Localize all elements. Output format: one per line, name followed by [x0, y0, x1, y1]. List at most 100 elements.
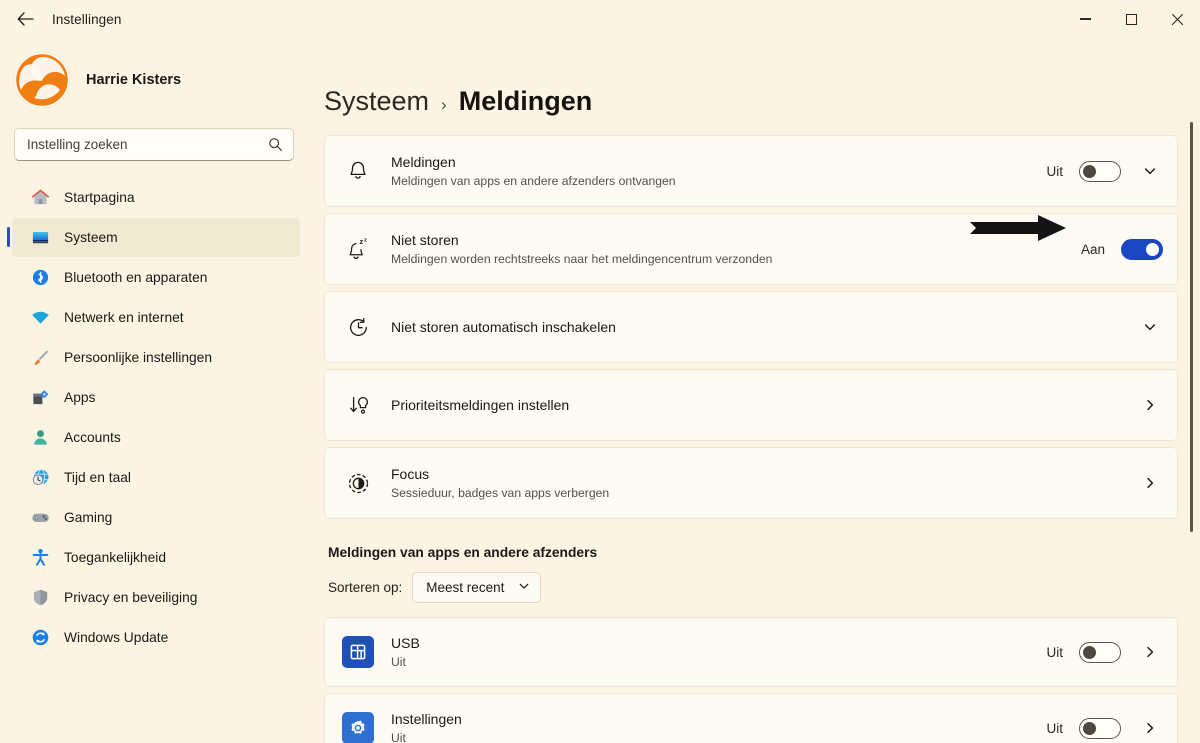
meldingen-toggle[interactable]	[1079, 160, 1121, 182]
sidebar-item-systeem[interactable]: Systeem	[7, 218, 300, 257]
card-controls: Uit	[1047, 715, 1164, 741]
search-icon	[269, 138, 282, 151]
chevron-down-icon	[518, 580, 530, 595]
card-subtitle: Sessieduur, badges van apps verbergen	[391, 485, 610, 500]
sidebar-item-label: Toegankelijkheid	[64, 550, 167, 565]
search-box[interactable]	[14, 128, 294, 161]
app-status: Uit	[391, 730, 406, 743]
search-input[interactable]	[27, 137, 268, 152]
close-button[interactable]	[1154, 0, 1200, 38]
back-button[interactable]	[8, 4, 42, 34]
chevron-down-icon[interactable]	[1137, 314, 1163, 340]
breadcrumb-parent[interactable]: Systeem	[324, 86, 429, 117]
card-text: Instellingen Uit	[391, 710, 1047, 743]
card-meldingen[interactable]: Meldingen Meldingen van apps en andere a…	[324, 135, 1178, 207]
app-name: Instellingen	[391, 710, 462, 727]
wifi-icon	[30, 308, 50, 328]
card-text: Focus Sessieduur, badges van apps verber…	[391, 465, 1137, 501]
chevron-right-icon[interactable]	[1137, 639, 1163, 665]
usb-app-icon	[342, 636, 374, 668]
profile-section[interactable]: Harrie Kisters	[0, 38, 308, 120]
card-subtitle: Meldingen worden rechtstreeks naar het m…	[391, 251, 773, 266]
sidebar-item-netwerk[interactable]: Netwerk en internet	[12, 298, 300, 337]
sidebar-item-label: Windows Update	[64, 630, 169, 645]
chevron-down-icon[interactable]	[1137, 158, 1163, 184]
card-prioriteitsmeldingen[interactable]: Prioriteitsmeldingen instellen	[324, 369, 1178, 441]
sidebar-item-gaming[interactable]: Gaming	[12, 498, 300, 537]
bell-sleep-icon: z z	[343, 236, 373, 262]
sidebar-item-label: Privacy en beveiliging	[64, 590, 198, 605]
card-focus[interactable]: Focus Sessieduur, badges van apps verber…	[324, 447, 1178, 519]
niet-storen-toggle[interactable]	[1121, 238, 1163, 260]
accessibility-icon	[30, 548, 50, 568]
minimize-button[interactable]	[1062, 0, 1108, 38]
status-badge: Uit	[1046, 163, 1064, 179]
card-niet-storen[interactable]: z z Niet storen Meldingen worden rechtst…	[324, 213, 1178, 285]
window-controls	[1062, 0, 1200, 38]
sidebar-item-label: Systeem	[64, 230, 118, 245]
instellingen-toggle[interactable]	[1079, 717, 1121, 739]
sort-row: Sorteren op: Meest recent	[328, 572, 1178, 603]
sidebar-item-toegankelijkheid[interactable]: Toegankelijkheid	[12, 538, 300, 577]
sidebar-item-tijd-en-taal[interactable]: Tijd en taal	[12, 458, 300, 497]
card-text: USB Uit	[391, 634, 1047, 670]
priority-icon	[343, 393, 373, 418]
sidebar-item-label: Gaming	[64, 510, 113, 525]
sidebar-item-privacy[interactable]: Privacy en beveiliging	[12, 578, 300, 617]
settings-app-icon	[342, 712, 374, 743]
card-controls	[1137, 470, 1163, 496]
sort-select-value: Meest recent	[426, 580, 505, 595]
bluetooth-icon	[30, 268, 50, 288]
card-title: Focus	[391, 465, 430, 482]
card-controls	[1137, 392, 1163, 418]
sort-label: Sorteren op:	[328, 580, 403, 595]
account-icon	[30, 428, 50, 448]
bell-icon	[343, 159, 373, 183]
status-badge: Aan	[1080, 241, 1105, 257]
chevron-right-icon[interactable]	[1137, 470, 1163, 496]
status-badge: Uit	[1046, 720, 1064, 736]
sidebar-item-label: Persoonlijke instellingen	[64, 350, 213, 365]
monitor-icon	[30, 228, 50, 248]
clock-history-icon	[343, 315, 373, 340]
window-title: Instellingen	[52, 11, 122, 27]
card-text: Niet storen automatisch inschakelen	[391, 318, 1137, 337]
card-niet-storen-automatisch[interactable]: Niet storen automatisch inschakelen	[324, 291, 1178, 363]
status-badge: Uit	[1046, 644, 1064, 660]
scrollbar-thumb[interactable]	[1190, 122, 1193, 532]
sidebar-item-label: Netwerk en internet	[64, 310, 184, 325]
svg-text:z: z	[360, 237, 364, 246]
card-text: Niet storen Meldingen worden rechtstreek…	[391, 231, 1081, 267]
sort-select[interactable]: Meest recent	[412, 572, 542, 603]
sidebar-item-windows-update[interactable]: Windows Update	[12, 618, 300, 657]
card-subtitle: Meldingen van apps en andere afzenders o…	[391, 173, 676, 188]
paintbrush-icon	[30, 348, 50, 368]
svg-text:z: z	[364, 238, 367, 244]
sidebar-item-apps[interactable]: Apps	[12, 378, 300, 417]
maximize-button[interactable]	[1108, 0, 1154, 38]
app-row-instellingen[interactable]: Instellingen Uit Uit	[324, 693, 1178, 743]
sidebar: Harrie Kisters Instelling zoeken Startpa…	[0, 38, 320, 743]
breadcrumb-separator: ›	[441, 95, 447, 114]
chevron-right-icon[interactable]	[1137, 715, 1163, 741]
sidebar-item-bluetooth[interactable]: Bluetooth en apparaten	[12, 258, 300, 297]
sidebar-item-persoonlijke-instellingen[interactable]: Persoonlijke instellingen	[12, 338, 300, 377]
home-icon	[30, 188, 50, 208]
app-row-usb[interactable]: USB Uit Uit	[324, 617, 1178, 687]
sidebar-item-startpagina[interactable]: Startpagina	[12, 178, 300, 217]
card-controls: Uit	[1047, 639, 1164, 665]
chevron-right-icon[interactable]	[1137, 392, 1163, 418]
apps-icon	[30, 388, 50, 408]
apps-section-heading: Meldingen van apps en andere afzenders	[328, 545, 598, 560]
maximize-icon	[1125, 13, 1137, 25]
sidebar-item-accounts[interactable]: Accounts	[12, 418, 300, 457]
shield-icon	[30, 588, 50, 608]
main-content: Systeem › Meldingen Meldingen Meldingen …	[320, 38, 1200, 743]
card-controls: Uit	[1047, 158, 1164, 184]
app-status: Uit	[391, 654, 406, 669]
card-title: Prioriteitsmeldingen instellen	[391, 396, 570, 413]
sidebar-item-label: Bluetooth en apparaten	[64, 270, 208, 285]
usb-toggle[interactable]	[1079, 641, 1121, 663]
clock-globe-icon	[30, 468, 50, 488]
sidebar-item-label: Startpagina	[64, 190, 135, 205]
